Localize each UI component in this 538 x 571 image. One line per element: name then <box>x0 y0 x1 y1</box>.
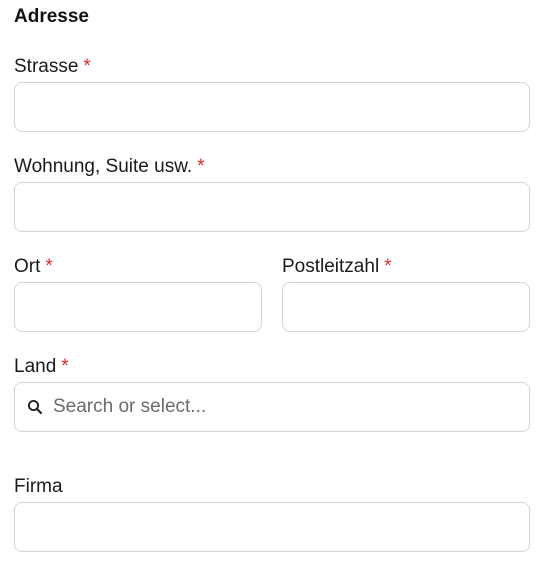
country-label: Land * <box>14 356 530 378</box>
company-input[interactable] <box>14 502 530 552</box>
city-label: Ort * <box>14 256 262 278</box>
section-title: Adresse <box>14 6 89 27</box>
required-asterisk: * <box>384 256 392 277</box>
street-field-group: Strasse * <box>14 56 530 132</box>
apartment-field-group: Wohnung, Suite usw. * <box>14 156 530 232</box>
required-asterisk: * <box>197 156 205 177</box>
city-label-text: Ort <box>14 256 41 277</box>
city-input[interactable] <box>14 282 262 332</box>
country-select-placeholder: Search or select... <box>53 396 207 417</box>
postal-label: Postleitzahl * <box>282 256 530 278</box>
company-label-text: Firma <box>14 476 63 497</box>
apartment-input[interactable] <box>14 182 530 232</box>
country-label-text: Land <box>14 356 57 377</box>
company-label: Firma <box>14 476 530 498</box>
required-asterisk: * <box>61 356 69 377</box>
required-asterisk: * <box>45 256 53 277</box>
search-icon <box>27 399 43 415</box>
city-field-group: Ort * <box>14 256 262 332</box>
street-label: Strasse * <box>14 56 530 78</box>
country-field-group: Land * Search or select... <box>14 356 530 432</box>
apartment-label-text: Wohnung, Suite usw. <box>14 156 193 177</box>
postal-input[interactable] <box>282 282 530 332</box>
apartment-label: Wohnung, Suite usw. * <box>14 156 530 178</box>
street-label-text: Strasse <box>14 56 79 77</box>
postal-label-text: Postleitzahl <box>282 256 380 277</box>
street-input[interactable] <box>14 82 530 132</box>
country-select[interactable]: Search or select... <box>14 382 530 432</box>
postal-field-group: Postleitzahl * <box>282 256 530 332</box>
company-field-group: Firma <box>14 476 530 552</box>
required-asterisk: * <box>83 56 91 77</box>
